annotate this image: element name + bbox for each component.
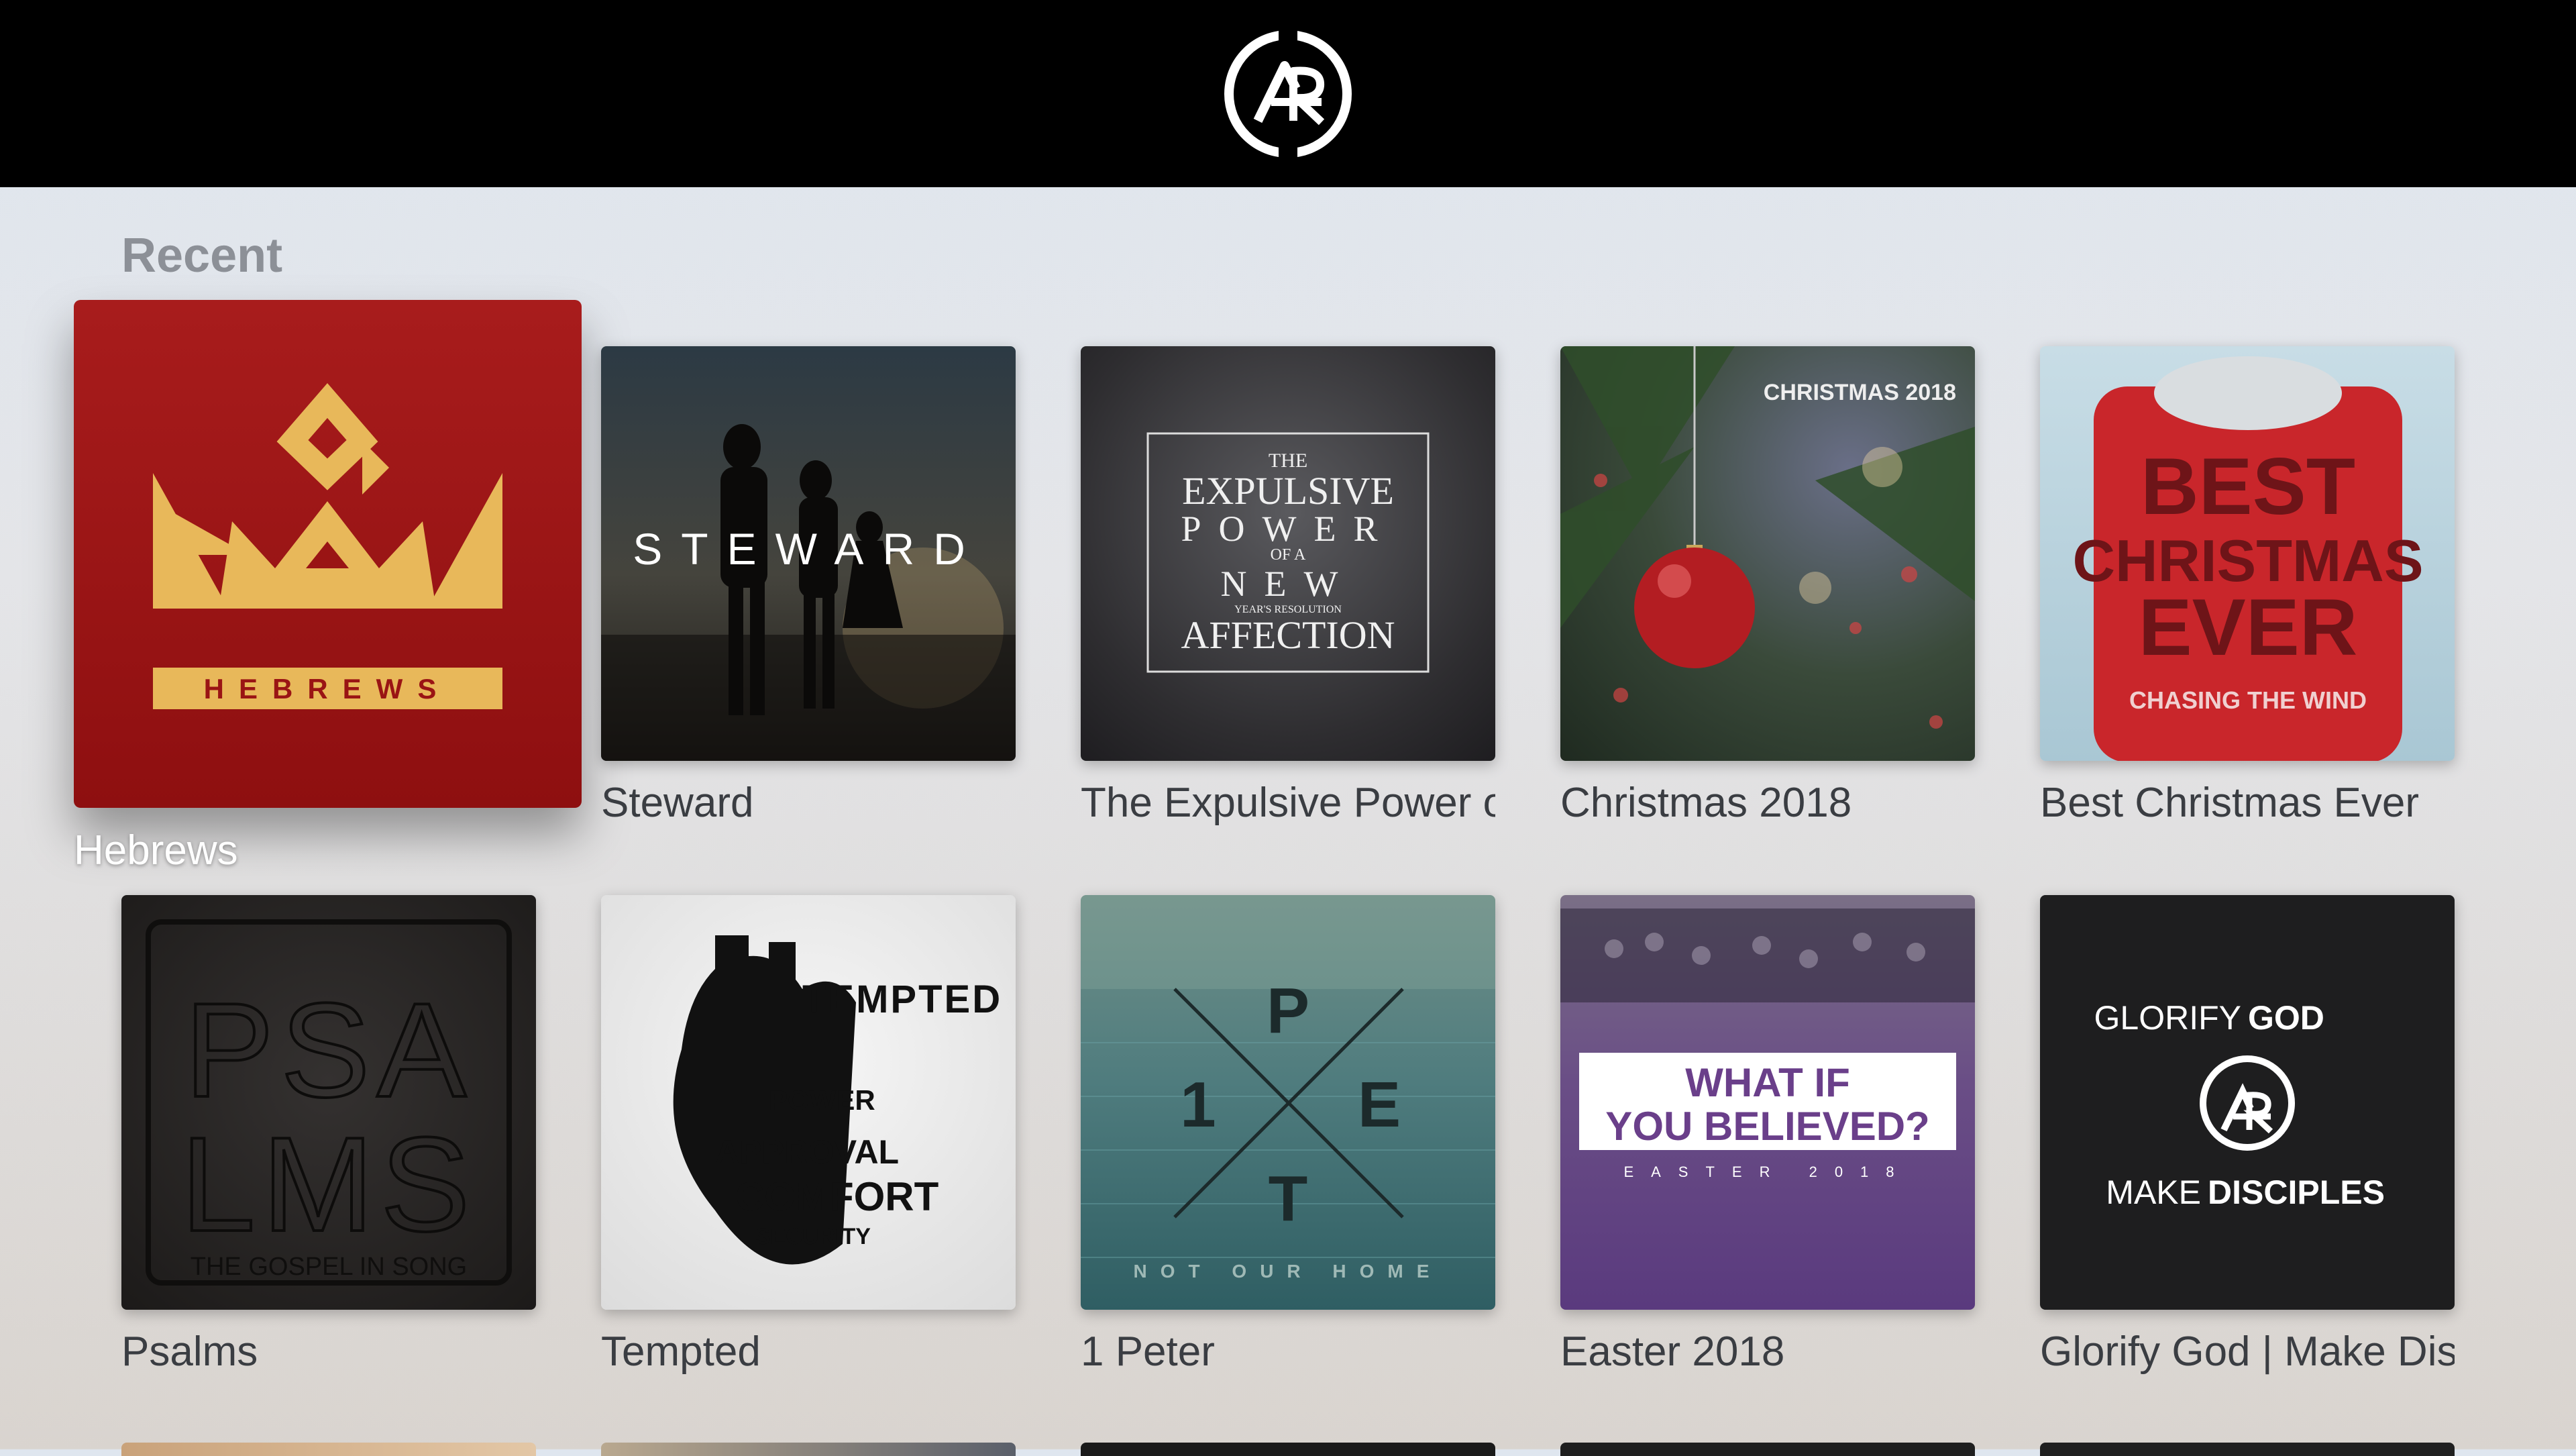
row3-peek-2 [601, 1443, 1016, 1456]
tile-easter-2018[interactable]: WHAT IF YOU BELIEVED? EASTER 2018 Easter… [1560, 895, 1975, 1375]
svg-text:EVER: EVER [2139, 582, 2358, 672]
artwork-glorify-god: GLORIFY GOD MAKE DISCIPLES [2040, 895, 2455, 1310]
svg-text:P: P [1267, 975, 1309, 1047]
top-bar [0, 0, 2576, 187]
caption-tempted: Tempted [601, 1329, 761, 1375]
row3-peek-5 [2040, 1443, 2455, 1456]
svg-text:EASTER 2018: EASTER 2018 [1623, 1163, 1911, 1180]
church-ar-logo-icon [1224, 26, 1352, 161]
svg-text:DISCIPLES: DISCIPLES [2208, 1174, 2385, 1211]
svg-text:OF A: OF A [1271, 546, 1306, 564]
svg-text:LMS: LMS [180, 1110, 476, 1259]
tile-best-christmas-ever[interactable]: BEST CHRISTMAS EVER CHASING THE WIND Bes… [2040, 346, 2455, 826]
caption-expulsive-power: The Expulsive Power of a New Year's Reso… [1081, 780, 1495, 826]
tile-glorify-god[interactable]: GLORIFY GOD MAKE DISCIPLES Glorify God |… [2040, 895, 2455, 1375]
svg-text:SECURITY: SECURITY [755, 1224, 871, 1249]
artwork-christmas-2018: CHRISTMAS 2018 [1560, 346, 1975, 761]
artwork-tempted: TEMPTED POWER APPROVAL COMFORT SECURITY … [601, 895, 1016, 1310]
caption-steward: Steward [601, 780, 754, 826]
row3-peek-3 [1081, 1443, 1495, 1456]
svg-text:APPROVAL: APPROVAL [715, 1133, 899, 1171]
svg-text:T: T [1269, 1163, 1308, 1235]
artwork-psalms: PSA LMS THE GOSPEL IN SONG [121, 895, 536, 1310]
svg-text:EXPULSIVE: EXPULSIVE [1182, 469, 1394, 513]
svg-text:E: E [1358, 1069, 1401, 1141]
artwork-best-christmas-ever: BEST CHRISTMAS EVER CHASING THE WIND [2040, 346, 2455, 761]
tile-steward[interactable]: STEWARD Steward [601, 346, 1016, 826]
svg-text:BEST: BEST [2141, 441, 2355, 531]
tile-hebrews[interactable]: HEBREWS Hebrews [74, 300, 582, 874]
caption-easter-2018: Easter 2018 [1560, 1329, 1785, 1375]
artwork-steward: STEWARD [601, 346, 1016, 761]
section-title-recent: Recent [121, 229, 283, 282]
artwork-expulsive-power: THE EXPULSIVE POWER OF A NEW YEAR'S RESO… [1081, 346, 1495, 761]
artwork-hebrews: HEBREWS [74, 300, 582, 808]
caption-best-christmas-ever: Best Christmas Ever [2040, 780, 2420, 826]
svg-text:GLORIFY: GLORIFY [2094, 999, 2241, 1037]
svg-text:HEBREWS: HEBREWS [204, 673, 451, 705]
tile-tempted[interactable]: TEMPTED POWER APPROVAL COMFORT SECURITY … [601, 895, 1016, 1375]
svg-text:CHASING THE WIND: CHASING THE WIND [2129, 686, 2367, 714]
glorify-ar-logo-icon [2200, 1055, 2295, 1151]
svg-text:1: 1 [1180, 1069, 1216, 1141]
svg-text:NEW: NEW [1221, 564, 1356, 604]
svg-text:YOU BELIEVED?: YOU BELIEVED? [1605, 1104, 1929, 1149]
svg-text:AFFECTION: AFFECTION [1181, 613, 1395, 657]
caption-hebrews: Hebrews [74, 827, 238, 874]
svg-text:COMFORT: COMFORT [735, 1174, 938, 1219]
tile-1-peter[interactable]: P 1 E T NOT OUR HOME 1 Peter [1081, 895, 1495, 1375]
tile-christmas-2018[interactable]: CHRISTMAS 2018 Christmas 2018 [1560, 346, 1975, 826]
svg-text:STEWARD: STEWARD [633, 524, 984, 574]
svg-text:WHAT IF: WHAT IF [1685, 1060, 1849, 1105]
tile-psalms[interactable]: PSA LMS THE GOSPEL IN SONG Psalms [121, 895, 536, 1375]
caption-1-peter: 1 Peter [1081, 1329, 1215, 1375]
row3-peek-4 [1560, 1443, 1975, 1456]
caption-glorify-god: Glorify God | Make Disciples [2040, 1329, 2455, 1375]
svg-text:GOD: GOD [2248, 999, 2324, 1037]
artwork-1-peter: P 1 E T NOT OUR HOME [1081, 895, 1495, 1310]
row3-peek-1 [121, 1443, 536, 1456]
svg-text:CHRISTMAS 2018: CHRISTMAS 2018 [1764, 380, 1956, 405]
tile-expulsive-power[interactable]: THE EXPULSIVE POWER OF A NEW YEAR'S RESO… [1081, 346, 1495, 826]
artwork-easter-2018: WHAT IF YOU BELIEVED? EASTER 2018 [1560, 895, 1975, 1310]
svg-text:THE GOSPEL IN SONG: THE GOSPEL IN SONG [191, 1253, 467, 1281]
svg-text:POWER: POWER [1181, 509, 1395, 549]
svg-text:PSA: PSA [184, 976, 473, 1125]
caption-christmas-2018: Christmas 2018 [1560, 780, 1852, 826]
svg-text:NOT OUR HOME: NOT OUR HOME [1134, 1261, 1443, 1282]
svg-text:MAKE: MAKE [2106, 1174, 2201, 1211]
svg-text:TEMPTED: TEMPTED [802, 978, 1002, 1021]
caption-psalms: Psalms [121, 1329, 258, 1375]
